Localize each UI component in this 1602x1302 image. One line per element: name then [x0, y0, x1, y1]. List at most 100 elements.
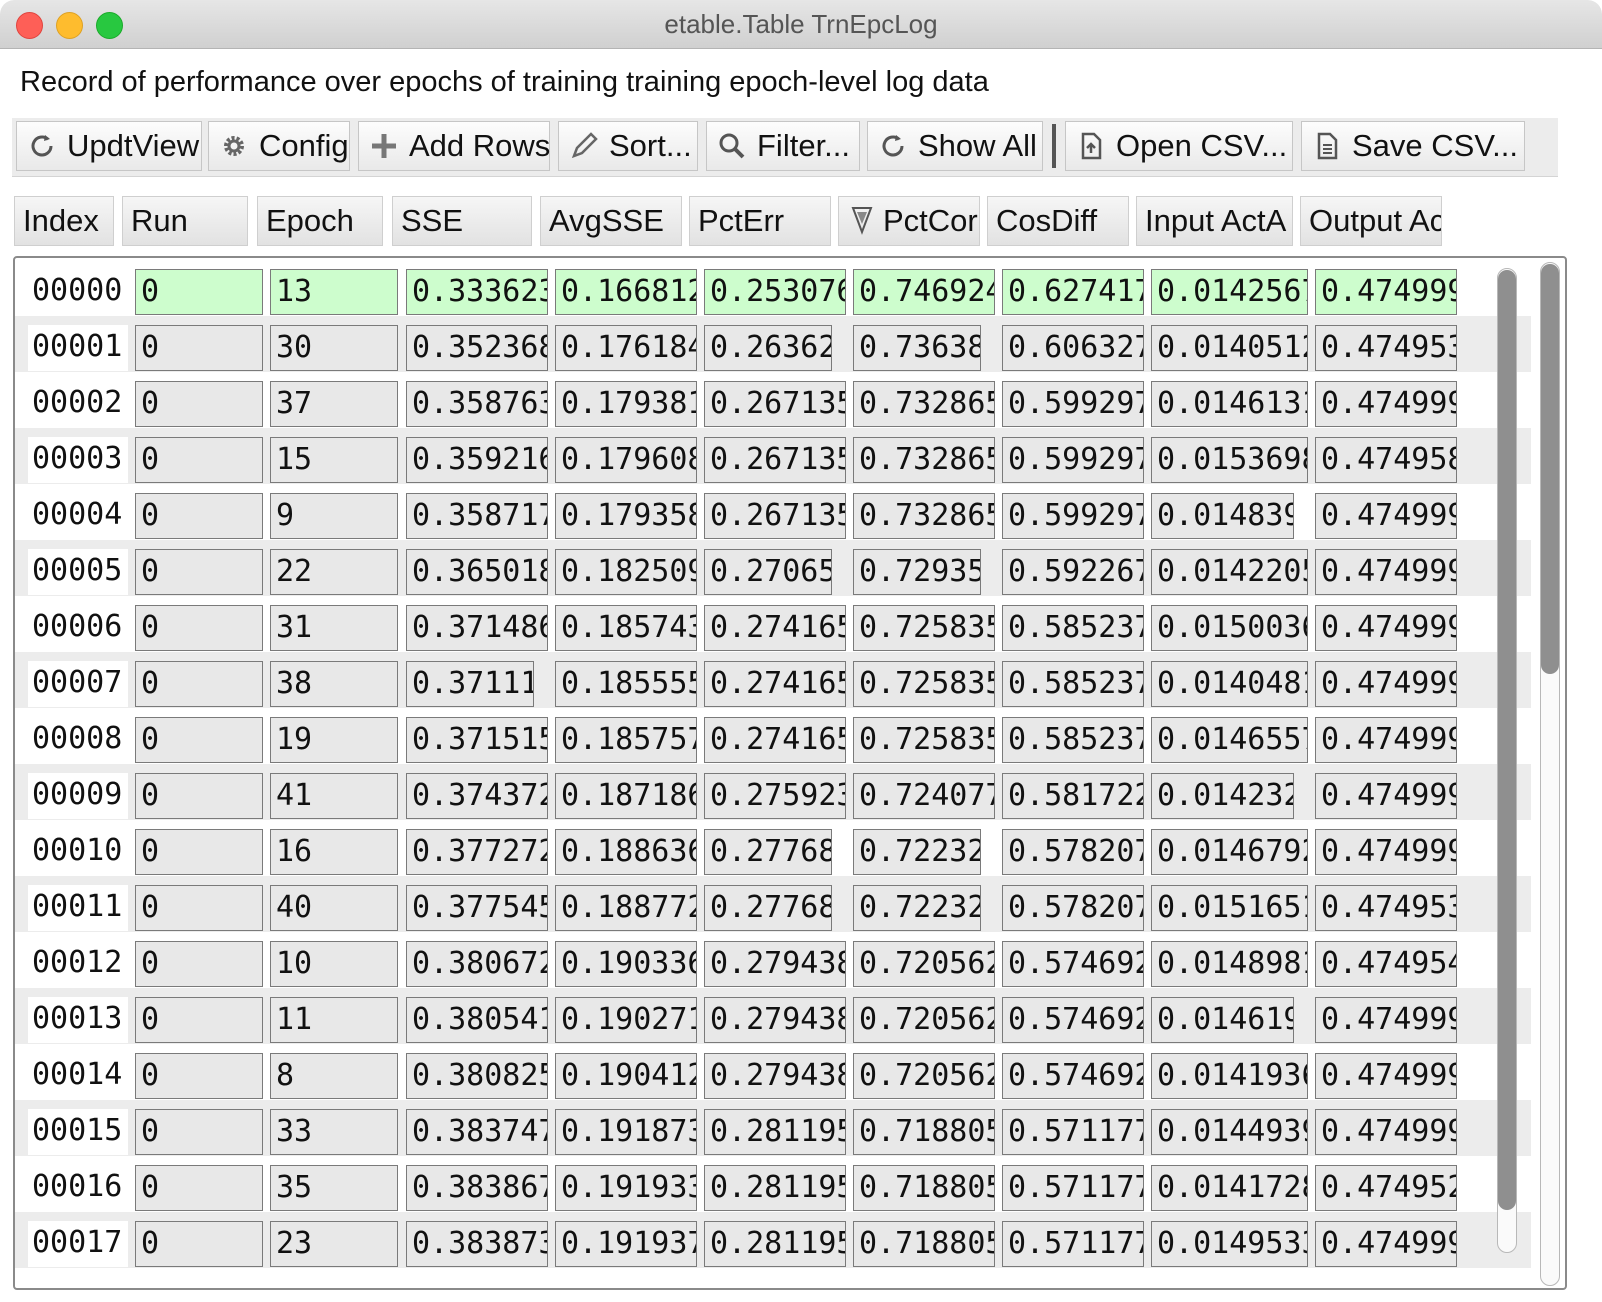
cell-epoch[interactable]: 40: [270, 885, 398, 931]
table-row[interactable]: 00002 0 37 0.358763 0.179381 0.267135 0.732865…: [15, 372, 1531, 428]
cell-inputact[interactable]: 0.0142567: [1151, 269, 1308, 315]
cell-sse[interactable]: 0.371515: [406, 717, 548, 763]
cell-sse[interactable]: 0.365018: [406, 549, 548, 595]
cell-outputact[interactable]: 0.474999: [1315, 269, 1457, 315]
cell-sse[interactable]: 0.380825: [406, 1053, 548, 1099]
cell-pcterr[interactable]: 0.26362: [704, 325, 832, 371]
cell-avgsse[interactable]: 0.190271: [555, 997, 697, 1043]
cell-cosdiff[interactable]: 0.585237: [1002, 661, 1144, 707]
table-row[interactable]: 00013 0 11 0.380541 0.190271 0.279438 0.720562…: [15, 988, 1531, 1044]
column-header-index[interactable]: Index: [14, 196, 114, 246]
cell-avgsse[interactable]: 0.185555: [555, 661, 697, 707]
cell-inputact[interactable]: 0.014619: [1151, 997, 1294, 1043]
cell-outputact[interactable]: 0.474953: [1315, 325, 1457, 371]
cell-avgsse[interactable]: 0.191933: [555, 1165, 697, 1211]
table-scrollbar-thumb[interactable]: [1498, 270, 1516, 1210]
column-header-run[interactable]: Run: [122, 196, 248, 246]
cell-avgsse[interactable]: 0.188772: [555, 885, 697, 931]
cell-avgsse[interactable]: 0.166812: [555, 269, 697, 315]
cell-pctcor[interactable]: 0.725835: [853, 605, 995, 651]
table-row[interactable]: 00001 0 30 0.352368 0.176184 0.26362 0.73638 0.…: [15, 316, 1531, 372]
cell-cosdiff[interactable]: 0.578207: [1002, 885, 1144, 931]
cell-epoch[interactable]: 31: [270, 605, 398, 651]
cell-pcterr[interactable]: 0.279438: [704, 997, 846, 1043]
cell-avgsse[interactable]: 0.187186: [555, 773, 697, 819]
cell-cosdiff[interactable]: 0.574692: [1002, 941, 1144, 987]
cell-avgsse[interactable]: 0.191937: [555, 1221, 697, 1267]
cell-pctcor[interactable]: 0.732865: [853, 437, 995, 483]
cell-epoch[interactable]: 15: [270, 437, 398, 483]
table-row[interactable]: 00017 0 23 0.383873 0.191937 0.281195 0.718805…: [15, 1212, 1531, 1268]
table-row[interactable]: 00007 0 38 0.37111 0.185555 0.274165 0.725835 0…: [15, 652, 1531, 708]
cell-avgsse[interactable]: 0.190336: [555, 941, 697, 987]
table-row[interactable]: 00012 0 10 0.380672 0.190336 0.279438 0.720562…: [15, 932, 1531, 988]
cell-cosdiff[interactable]: 0.571177: [1002, 1109, 1144, 1155]
cell-avgsse[interactable]: 0.176184: [555, 325, 697, 371]
table-row[interactable]: 00008 0 19 0.371515 0.185757 0.274165 0.725835…: [15, 708, 1531, 764]
cell-cosdiff[interactable]: 0.571177: [1002, 1165, 1144, 1211]
outer-scrollbar-thumb[interactable]: [1541, 264, 1559, 674]
cell-inputact[interactable]: 0.0141728: [1151, 1165, 1308, 1211]
cell-sse[interactable]: 0.371486: [406, 605, 548, 651]
cell-epoch[interactable]: 9: [270, 493, 398, 539]
cell-pctcor[interactable]: 0.720562: [853, 1053, 995, 1099]
cell-inputact[interactable]: 0.0149533: [1151, 1221, 1308, 1267]
data-table[interactable]: 00000 0 13 0.333623 0.166812 0.253076 0.746924…: [13, 256, 1567, 1290]
cell-outputact[interactable]: 0.474999: [1315, 661, 1457, 707]
cell-pcterr[interactable]: 0.274165: [704, 717, 846, 763]
cell-pcterr[interactable]: 0.267135: [704, 493, 846, 539]
cell-cosdiff[interactable]: 0.599297: [1002, 493, 1144, 539]
cell-run[interactable]: 0: [135, 493, 263, 539]
cell-pcterr[interactable]: 0.279438: [704, 1053, 846, 1099]
cell-outputact[interactable]: 0.474999: [1315, 773, 1457, 819]
cell-outputact[interactable]: 0.474952: [1315, 1165, 1457, 1211]
cell-avgsse[interactable]: 0.179608: [555, 437, 697, 483]
cell-cosdiff[interactable]: 0.585237: [1002, 605, 1144, 651]
cell-outputact[interactable]: 0.474999: [1315, 1109, 1457, 1155]
cell-avgsse[interactable]: 0.185743: [555, 605, 697, 651]
cell-inputact[interactable]: 0.0150036: [1151, 605, 1308, 651]
cell-run[interactable]: 0: [135, 1053, 263, 1099]
cell-inputact[interactable]: 0.0146557: [1151, 717, 1308, 763]
cell-inputact[interactable]: 0.0140481: [1151, 661, 1308, 707]
cell-run[interactable]: 0: [135, 773, 263, 819]
column-header-avgsse[interactable]: AvgSSE: [540, 196, 682, 246]
cell-pctcor[interactable]: 0.72232: [853, 829, 981, 875]
cell-inputact[interactable]: 0.0151651: [1151, 885, 1308, 931]
table-row[interactable]: 00014 0 8 0.380825 0.190412 0.279438 0.720562 0…: [15, 1044, 1531, 1100]
column-header-pcterr[interactable]: PctErr: [689, 196, 831, 246]
cell-sse[interactable]: 0.383873: [406, 1221, 548, 1267]
cell-epoch[interactable]: 35: [270, 1165, 398, 1211]
cell-outputact[interactable]: 0.474954: [1315, 941, 1457, 987]
cell-epoch[interactable]: 13: [270, 269, 398, 315]
cell-sse[interactable]: 0.333623: [406, 269, 548, 315]
cell-avgsse[interactable]: 0.190412: [555, 1053, 697, 1099]
cell-run[interactable]: 0: [135, 1165, 263, 1211]
column-header-pctcor[interactable]: PctCor: [838, 196, 980, 246]
cell-cosdiff[interactable]: 0.627417: [1002, 269, 1144, 315]
cell-pctcor[interactable]: 0.72232: [853, 885, 981, 931]
cell-avgsse[interactable]: 0.191873: [555, 1109, 697, 1155]
cell-inputact[interactable]: 0.0140512: [1151, 325, 1308, 371]
cell-avgsse[interactable]: 0.185757: [555, 717, 697, 763]
cell-outputact[interactable]: 0.474999: [1315, 493, 1457, 539]
cell-inputact[interactable]: 0.0148981: [1151, 941, 1308, 987]
cell-cosdiff[interactable]: 0.571177: [1002, 1221, 1144, 1267]
cell-pctcor[interactable]: 0.725835: [853, 717, 995, 763]
cell-inputact[interactable]: 0.0146131: [1151, 381, 1308, 427]
cell-sse[interactable]: 0.352368: [406, 325, 548, 371]
table-row[interactable]: 00009 0 41 0.374372 0.187186 0.275923 0.724077…: [15, 764, 1531, 820]
cell-pcterr[interactable]: 0.253076: [704, 269, 846, 315]
cell-outputact[interactable]: 0.474999: [1315, 549, 1457, 595]
cell-epoch[interactable]: 22: [270, 549, 398, 595]
sort-button[interactable]: Sort...: [558, 121, 698, 171]
cell-inputact[interactable]: 0.0142205: [1151, 549, 1308, 595]
table-row[interactable]: 00011 0 40 0.377545 0.188772 0.27768 0.72232 0.…: [15, 876, 1531, 932]
cell-run[interactable]: 0: [135, 1109, 263, 1155]
cell-inputact[interactable]: 0.014232: [1151, 773, 1294, 819]
cell-pcterr[interactable]: 0.267135: [704, 437, 846, 483]
cell-avgsse[interactable]: 0.188636: [555, 829, 697, 875]
cell-sse[interactable]: 0.37111: [406, 661, 534, 707]
cell-pctcor[interactable]: 0.72935: [853, 549, 981, 595]
cell-run[interactable]: 0: [135, 661, 263, 707]
